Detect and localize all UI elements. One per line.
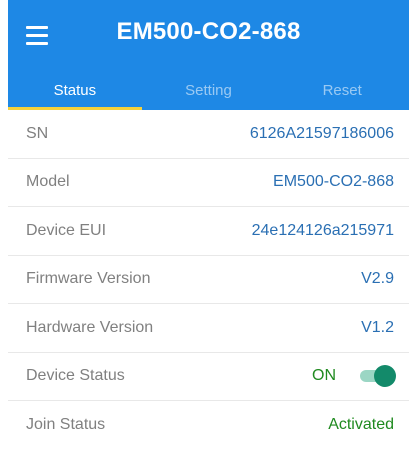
row-sn: SN 6126A21597186006 xyxy=(8,110,409,159)
page-title: EM500-CO2-868 xyxy=(116,18,301,45)
sn-label: SN xyxy=(26,124,49,142)
join-status-value: Activated xyxy=(328,416,394,434)
device-status-control: ON xyxy=(312,364,396,388)
tab-bar: Status Setting Reset xyxy=(8,70,409,110)
device-status-value: ON xyxy=(312,367,336,385)
tab-reset[interactable]: Reset xyxy=(275,70,409,110)
hardware-version-label: Hardware Version xyxy=(26,318,154,336)
model-value: EM500-CO2-868 xyxy=(273,173,394,191)
tab-setting[interactable]: Setting xyxy=(142,70,276,110)
device-status-toggle[interactable] xyxy=(360,364,396,388)
join-status-label: Join Status xyxy=(26,416,106,434)
row-firmware-version: Firmware Version V2.9 xyxy=(8,256,409,304)
row-device-eui: Device EUI 24e124126a215971 xyxy=(8,207,409,256)
row-join-status: Join Status Activated xyxy=(8,401,409,450)
toggle-thumb xyxy=(374,365,396,388)
title-bar: EM500-CO2-868 xyxy=(8,0,409,70)
tab-status[interactable]: Status xyxy=(8,70,142,110)
status-list: SN 6126A21597186006 Model EM500-CO2-868 … xyxy=(8,110,409,450)
model-label: Model xyxy=(26,173,70,191)
row-model: Model EM500-CO2-868 xyxy=(8,159,409,207)
sn-value: 6126A21597186006 xyxy=(249,124,394,142)
row-hardware-version: Hardware Version V1.2 xyxy=(8,304,409,353)
device-status-label: Device Status xyxy=(26,367,125,385)
app-bar: EM500-CO2-868 Status Setting Reset xyxy=(8,0,409,110)
hardware-version-value: V1.2 xyxy=(361,318,394,336)
firmware-version-label: Firmware Version xyxy=(26,270,151,288)
row-device-status: Device Status ON xyxy=(8,353,409,401)
device-eui-value: 24e124126a215971 xyxy=(251,221,394,239)
device-eui-label: Device EUI xyxy=(26,221,107,239)
firmware-version-value: V2.9 xyxy=(361,270,394,288)
